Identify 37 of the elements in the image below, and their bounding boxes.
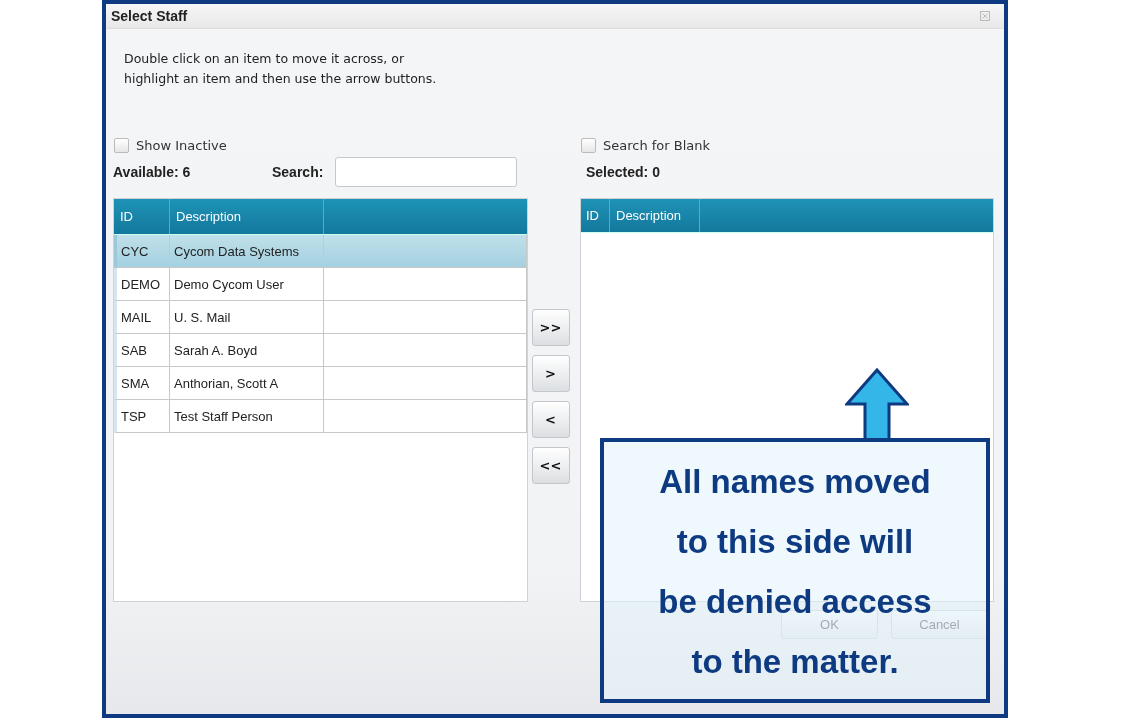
checkbox[interactable]	[114, 137, 129, 153]
close-icon[interactable]	[980, 11, 990, 21]
table-cell: TSP	[117, 400, 170, 432]
table-row[interactable]: MAIL U. S. Mail	[114, 301, 527, 334]
column-header[interactable]: ID	[114, 199, 170, 234]
selected-count: Selected: 0	[586, 164, 660, 180]
table-cell: SMA	[117, 367, 170, 399]
checkbox[interactable]	[581, 137, 596, 153]
table-cell: Test Staff Person	[170, 400, 324, 432]
search-label: Search:	[272, 164, 324, 180]
available-count: Available: 6	[113, 164, 192, 180]
table-row[interactable]: DEMO Demo Cycom User	[114, 268, 527, 301]
arrow-button[interactable]: <	[531, 401, 570, 438]
checkbox-label: Search for Blank	[603, 137, 711, 153]
search-field[interactable]	[335, 157, 518, 187]
instructions-text: Double click on an item to move it across, or highlight an item and then use the arrow buttons.	[124, 50, 438, 88]
table-cell: MAIL	[117, 301, 170, 333]
table-cell: CYC	[117, 235, 170, 267]
column-header[interactable]: Description	[610, 199, 700, 232]
table-cell: Sarah A. Boyd	[170, 334, 324, 366]
window-title: Select Staff	[111, 8, 188, 24]
column-header[interactable]: Description	[170, 199, 324, 234]
table-row[interactable]: CYC Cycom Data Systems	[114, 235, 527, 268]
table-cell: Anthorian, Scott A	[170, 367, 324, 399]
arrow-button[interactable]: >>	[531, 309, 570, 346]
table-cell: DEMO	[117, 268, 170, 300]
arrow-button[interactable]: <<	[531, 447, 570, 484]
table-cell: Cycom Data Systems	[170, 235, 324, 267]
arrow-button[interactable]: >	[531, 355, 570, 392]
table-cell: Demo Cycom User	[170, 268, 324, 300]
table-cell: SAB	[117, 334, 170, 366]
column-header[interactable]: ID	[581, 199, 610, 232]
table-row[interactable]: SAB Sarah A. Boyd	[114, 334, 527, 367]
table-row[interactable]: SMA Anthorian, Scott A	[114, 367, 527, 400]
table-cell: U. S. Mail	[170, 301, 324, 333]
table-row[interactable]: TSP Test Staff Person	[114, 400, 527, 433]
checkbox-label: Show Inactive	[136, 137, 227, 153]
